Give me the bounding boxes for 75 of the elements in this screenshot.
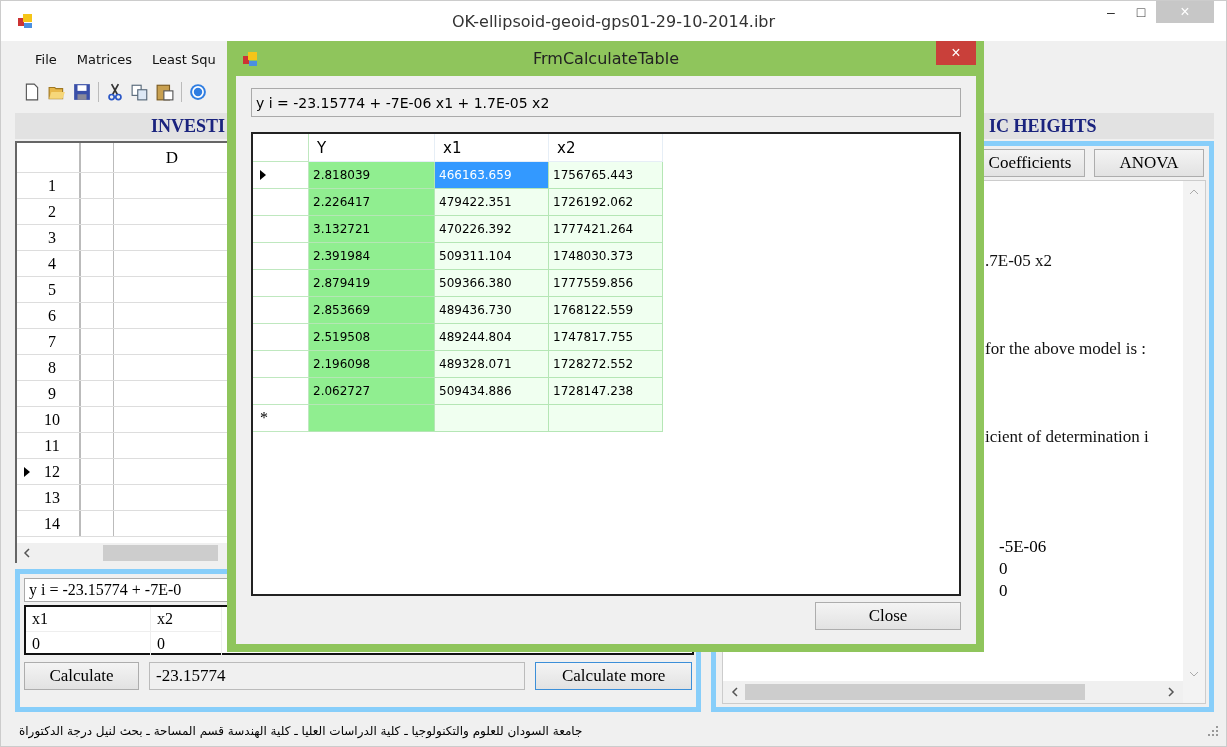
table-cell[interactable]: 509366.380 xyxy=(435,270,549,297)
close-button[interactable]: Close xyxy=(815,602,961,630)
result-value: -5E-06 xyxy=(999,537,1048,558)
table-cell[interactable]: 489328.071 xyxy=(435,351,549,378)
table-cell[interactable]: 2.062727 xyxy=(309,378,435,405)
table-cell[interactable]: 2.853669 xyxy=(309,297,435,324)
tab-button[interactable]: ANOVA xyxy=(1094,149,1204,177)
table-cell[interactable]: 2.196098 xyxy=(309,351,435,378)
new-row-marker: * xyxy=(260,409,268,427)
save-icon[interactable] xyxy=(73,83,91,101)
column-header: x1 xyxy=(26,607,151,632)
copy-icon[interactable] xyxy=(131,83,149,101)
equation-field[interactable]: y i = -23.15774 + -7E-06 x1 + 1.7E-05 x2 xyxy=(251,88,961,117)
table-cell[interactable]: 1777559.856 xyxy=(549,270,663,297)
table-cell[interactable]: 489436.730 xyxy=(435,297,549,324)
maximize-button[interactable]: □ xyxy=(1126,1,1156,23)
table-cell[interactable] xyxy=(435,405,549,432)
result-value: 0 xyxy=(999,559,1009,580)
table-cell[interactable]: 470226.392 xyxy=(435,216,549,243)
table-cell[interactable]: 1777421.264 xyxy=(549,216,663,243)
result-text: .7E-05 x2 xyxy=(985,251,1054,272)
table-cell[interactable]: 1756765.443 xyxy=(549,162,663,189)
status-text: جامعة السودان للعلوم والتكنولوجيا ـ كلية الدراسات العليا ـ كلية الهندسة قسم المساحة ـ بحث لنيل درجة الدكتوراة xyxy=(19,724,583,738)
cut-icon[interactable] xyxy=(106,83,124,101)
close-button[interactable]: × xyxy=(936,41,976,65)
new-document-icon[interactable] xyxy=(23,83,41,101)
column-header: x2 xyxy=(549,134,663,162)
dialog-title: FrmCalculateTable xyxy=(533,49,679,68)
vertical-scrollbar[interactable] xyxy=(1183,181,1205,703)
result-text: for the above model is : xyxy=(985,339,1147,360)
window-title: OK-ellipsoid-geoid-gps01-29-10-2014.ibr xyxy=(451,11,776,31)
table-cell: 0 xyxy=(151,632,222,657)
table-cell[interactable] xyxy=(309,405,435,432)
app-icon xyxy=(17,13,33,29)
table-cell[interactable]: 2.879419 xyxy=(309,270,435,297)
table-cell[interactable]: 479422.351 xyxy=(435,189,549,216)
table-cell[interactable]: 489244.804 xyxy=(435,324,549,351)
app-icon xyxy=(242,50,258,67)
column-header: x1 xyxy=(435,134,549,162)
result-field[interactable]: -23.15774 xyxy=(149,662,526,690)
table-cell[interactable]: 2.519508 xyxy=(309,324,435,351)
calculate-button[interactable]: Calculate xyxy=(24,662,140,690)
table-cell[interactable]: 509311.104 xyxy=(435,243,549,270)
calculate-more-button[interactable]: Calculate more xyxy=(535,662,692,690)
menu-item[interactable]: File xyxy=(25,48,67,70)
horizontal-scrollbar[interactable] xyxy=(723,681,1183,703)
column-header: x2 xyxy=(151,607,222,632)
column-header: D xyxy=(164,146,180,169)
table-cell[interactable]: 2.391984 xyxy=(309,243,435,270)
table-cell[interactable]: 509434.886 xyxy=(435,378,549,405)
menu-item[interactable]: Least Squ xyxy=(141,48,226,70)
table-cell[interactable]: 1768122.559 xyxy=(549,297,663,324)
current-row-icon xyxy=(260,170,266,180)
table-cell[interactable]: 2.818039 xyxy=(309,162,435,189)
help-icon[interactable] xyxy=(189,83,207,101)
table-cell[interactable] xyxy=(549,405,663,432)
current-row-icon xyxy=(24,466,30,477)
result-value: 0 xyxy=(999,581,1009,602)
equation-field[interactable]: y i = -23.15774 + -7E-0 xyxy=(24,578,229,602)
panel-title: IC HEIGHTS xyxy=(989,115,1097,137)
panel-title: INVESTI xyxy=(151,115,226,137)
minimize-button[interactable]: – xyxy=(1096,1,1126,23)
table-cell[interactable]: 1728147.238 xyxy=(549,378,663,405)
table-cell: 0 xyxy=(26,632,151,657)
table-cell[interactable]: 3.132721 xyxy=(309,216,435,243)
table-cell[interactable]: 1726192.062 xyxy=(549,189,663,216)
table-cell[interactable]: 1728272.552 xyxy=(549,351,663,378)
paste-icon[interactable] xyxy=(156,83,174,101)
resize-grip-icon[interactable] xyxy=(1208,726,1218,736)
table-cell[interactable]: 1748030.373 xyxy=(549,243,663,270)
result-text: icient of determination i xyxy=(985,427,1150,448)
table-cell[interactable]: 2.226417 xyxy=(309,189,435,216)
table-cell[interactable]: 1747817.755 xyxy=(549,324,663,351)
menu-item[interactable]: Matrices xyxy=(66,48,142,70)
column-header: Y xyxy=(309,134,435,162)
